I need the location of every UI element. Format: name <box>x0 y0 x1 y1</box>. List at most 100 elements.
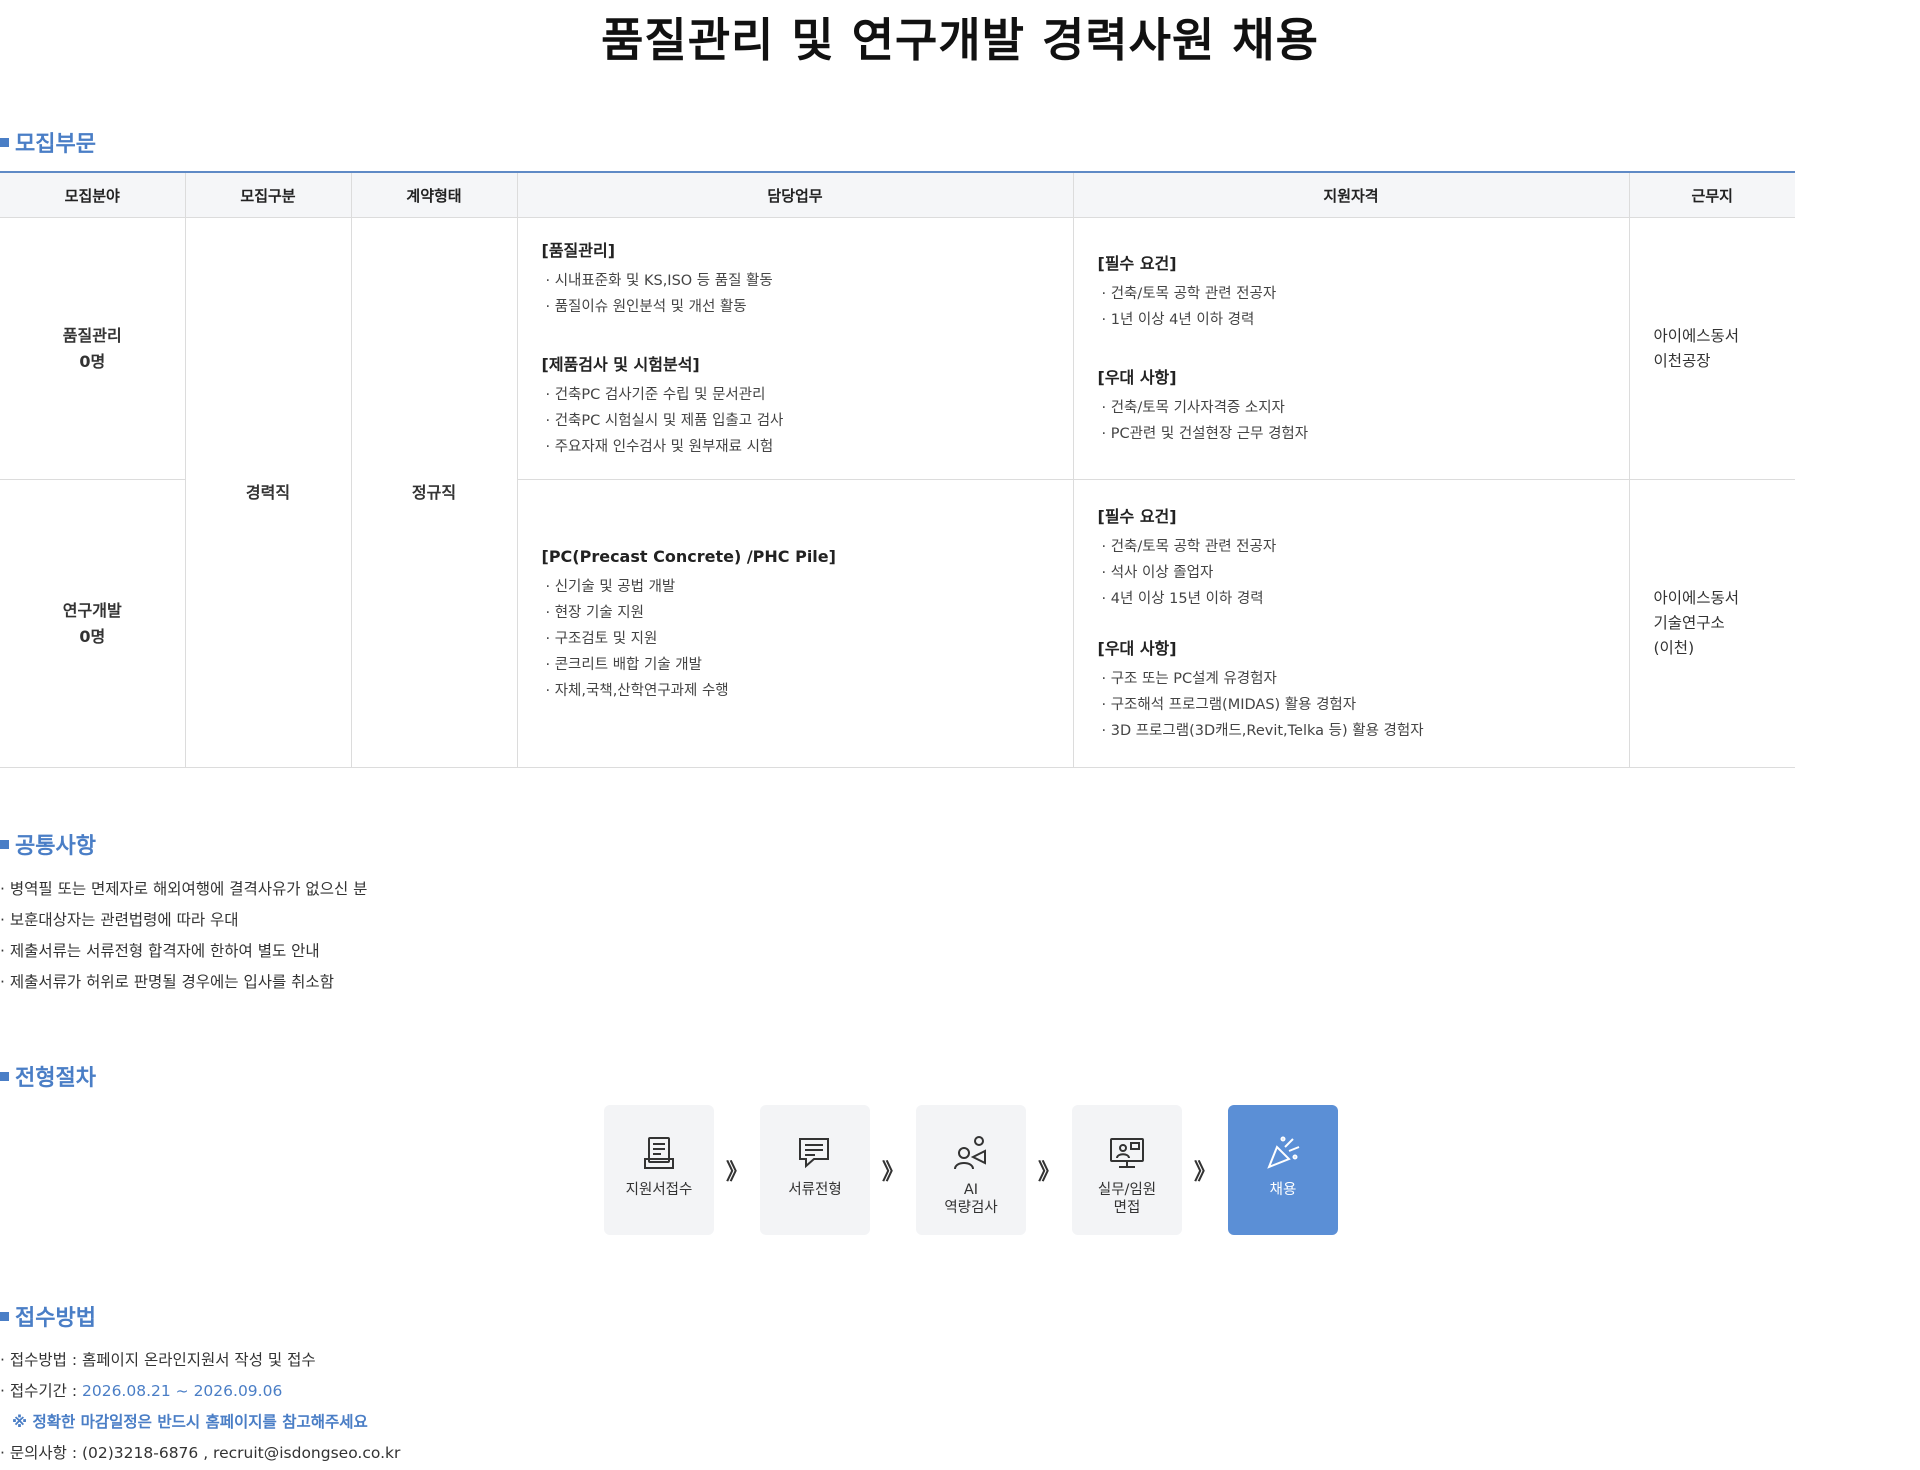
list-item: 품질이슈 원인분석 및 개선 활동 <box>542 294 1049 320</box>
process-step: 지원서접수 <box>604 1105 714 1235</box>
field-name: 연구개발 <box>62 600 122 620</box>
process-step-final: 채용 <box>1228 1105 1338 1235</box>
list-item: 콘크리트 배합 기술 개발 <box>542 652 1049 678</box>
header-category: 모집구분 <box>184 172 352 218</box>
square-bullet-icon <box>0 839 9 849</box>
process-step: 실무/임원 면접 <box>1072 1105 1182 1235</box>
application-form-icon <box>644 1137 674 1169</box>
process-step: AI 역량검사 <box>916 1105 1026 1235</box>
recruit-table: 모집분야 모집구분 계약형태 담당업무 지원자격 근무지 품질관리 0명 경력직… <box>0 171 1795 768</box>
list-item: 건축/토목 공학 관련 전공자 <box>1098 281 1605 307</box>
list-item: 구조 또는 PC설계 유경험자 <box>1098 666 1605 692</box>
apply-period: 접수기간 : 2026.08.21 ~ 2026.09.06 <box>0 1376 400 1407</box>
location-line: 기술연구소 <box>1653 614 1725 632</box>
field-cell: 연구개발 0명 <box>0 479 186 768</box>
process-step: 서류전형 <box>760 1105 870 1235</box>
process-steps: 지원서접수 》 서류전형 》 AI 역량검사 》 실무/임원 면접 》 채용 <box>604 1105 1338 1235</box>
duties-cell: [품질관리] 시내표준화 및 KS,ISO 등 품질 활동 품질이슈 원인분석 … <box>516 217 1074 480</box>
section-heading-common: 공통사항 <box>0 828 96 860</box>
list-item: 건축/토목 기사자격증 소지자 <box>1098 395 1605 421</box>
list-item: PC관련 및 건설현장 근무 경험자 <box>1098 421 1605 447</box>
list-item: 병역필 또는 면제자로 해외여행에 결격사유가 없으신 분 <box>0 874 368 905</box>
step-label: AI 역량검사 <box>944 1182 998 1216</box>
header-qualifications: 지원자격 <box>1072 172 1630 218</box>
square-bullet-icon <box>0 1071 9 1081</box>
qualifications-cell: [필수 요건] 건축/토목 공학 관련 전공자 석사 이상 졸업자 4년 이상 … <box>1072 479 1630 768</box>
section-title: 접수방법 <box>15 1306 96 1331</box>
qualification-block: [우대 사항] 건축/토목 기사자격증 소지자 PC관련 및 건설현장 근무 경… <box>1098 365 1605 447</box>
duty-list: 시내표준화 및 KS,ISO 등 품질 활동 품질이슈 원인분석 및 개선 활동 <box>542 268 1049 320</box>
qualification-title: [필수 요건] <box>1097 506 1177 526</box>
list-item: 보훈대상자는 관련법령에 따라 우대 <box>0 905 367 936</box>
qualification-list: 건축/토목 공학 관련 전공자 1년 이상 4년 이하 경력 <box>1098 281 1605 333</box>
list-item: 현장 기술 지원 <box>542 600 1049 626</box>
chevron-right-icon: 》 <box>725 1160 748 1185</box>
list-item: 4년 이상 15년 이하 경력 <box>1098 586 1605 612</box>
qualification-list: 건축/토목 공학 관련 전공자 석사 이상 졸업자 4년 이상 15년 이하 경… <box>1098 534 1605 612</box>
celebration-icon <box>1267 1136 1300 1169</box>
duty-block: [PC(Precast Concrete) /PHC Pile] 신기술 및 공… <box>542 544 1049 704</box>
qualification-title: [우대 사항] <box>1097 638 1177 658</box>
duty-title: [제품검사 및 시험분석] <box>541 354 700 374</box>
location-line: 아이에스동서 <box>1653 326 1740 345</box>
ai-assessment-icon <box>954 1136 986 1170</box>
section-heading-apply: 접수방법 <box>0 1300 96 1332</box>
list-item: 구조해석 프로그램(MIDAS) 활용 경험자 <box>1098 692 1605 718</box>
qualification-list: 구조 또는 PC설계 유경험자 구조해석 프로그램(MIDAS) 활용 경험자 … <box>1098 666 1605 744</box>
qualification-block: [필수 요건] 건축/토목 공학 관련 전공자 1년 이상 4년 이하 경력 <box>1098 251 1605 333</box>
category-cell: 경력직 <box>184 217 352 768</box>
apply-period-label: 접수기간 : <box>9 1382 82 1400</box>
document-review-icon <box>799 1138 829 1169</box>
duty-title: [품질관리] <box>541 240 616 260</box>
location-line: (이천) <box>1653 639 1695 657</box>
field-count: 0명 <box>79 351 106 371</box>
list-item: 건축PC 검사기준 수립 및 문서관리 <box>542 382 1049 408</box>
field-count: 0명 <box>79 626 106 646</box>
location-cell: 아이에스동서 기술연구소 (이천) <box>1628 479 1795 768</box>
deadline-notice: ※ 정확한 마감일정은 반드시 홈페이지를 참고해주세요 <box>12 1413 368 1431</box>
duty-list: 건축PC 검사기준 수립 및 문서관리 건축PC 시험실시 및 제품 입출고 검… <box>542 382 1049 460</box>
table-header-row: 모집분야 모집구분 계약형태 담당업무 지원자격 근무지 <box>0 172 1795 218</box>
square-bullet-icon <box>0 137 9 147</box>
apply-period-value: 2026.08.21 ~ 2026.09.06 <box>81 1382 283 1400</box>
qualification-title: [필수 요건] <box>1097 253 1177 273</box>
apply-method: 접수방법 : 홈페이지 온라인지원서 작성 및 접수 <box>0 1345 400 1376</box>
list-item: 주요자재 인수검사 및 원부재료 시험 <box>542 434 1049 460</box>
interview-monitor-icon <box>1110 1138 1144 1168</box>
table-row: 품질관리 0명 경력직 정규직 [품질관리] 시내표준화 및 KS,ISO 등 … <box>0 217 1795 768</box>
chevron-right-icon: 》 <box>1193 1160 1216 1185</box>
step-label: 채용 <box>1269 1182 1297 1198</box>
contact-info: 문의사항 : (02)3218-6876 , recruit@isdongseo… <box>0 1438 401 1469</box>
list-item: 3D 프로그램(3D캐드,Revit,Telka 등) 활용 경험자 <box>1098 718 1605 744</box>
list-item: 1년 이상 4년 이하 경력 <box>1098 307 1605 333</box>
qualification-block: [필수 요건] 건축/토목 공학 관련 전공자 석사 이상 졸업자 4년 이상 … <box>1098 504 1605 612</box>
qualification-block: [우대 사항] 구조 또는 PC설계 유경험자 구조해석 프로그램(MIDAS)… <box>1098 636 1605 744</box>
contract-cell: 정규직 <box>350 217 518 768</box>
section-heading-process: 전형절차 <box>0 1060 96 1092</box>
qualification-list: 건축/토목 기사자격증 소지자 PC관련 및 건설현장 근무 경험자 <box>1098 395 1605 447</box>
duty-block: [품질관리] 시내표준화 및 KS,ISO 등 품질 활동 품질이슈 원인분석 … <box>542 238 1049 320</box>
duty-list: 신기술 및 공법 개발 현장 기술 지원 구조검토 및 지원 콘크리트 배합 기… <box>542 574 1049 704</box>
square-bullet-icon <box>0 1311 9 1321</box>
header-field: 모집분야 <box>0 172 186 218</box>
duties-cell: [PC(Precast Concrete) /PHC Pile] 신기술 및 공… <box>516 479 1074 768</box>
step-label: 서류전형 <box>788 1182 842 1198</box>
duty-title: [PC(Precast Concrete) /PHC Pile] <box>541 546 836 566</box>
list-item: 건축/토목 공학 관련 전공자 <box>1098 534 1605 560</box>
header-duties: 담당업무 <box>516 172 1074 218</box>
header-location: 근무지 <box>1628 172 1795 218</box>
location-line: 아이에스동서 <box>1653 589 1740 607</box>
qualification-title: [우대 사항] <box>1097 367 1177 387</box>
list-item: 시내표준화 및 KS,ISO 등 품질 활동 <box>542 268 1049 294</box>
list-item: 자체,국책,산학연구과제 수행 <box>542 678 1049 704</box>
common-notes-list: 병역필 또는 면제자로 해외여행에 결격사유가 없으신 분 보훈대상자는 관련법… <box>0 874 368 998</box>
list-item: 건축PC 시험실시 및 제품 입출고 검사 <box>542 408 1049 434</box>
section-title: 공통사항 <box>15 834 96 859</box>
list-item: 제출서류는 서류전형 합격자에 한하여 별도 안내 <box>0 936 367 967</box>
section-title: 전형절차 <box>15 1066 96 1091</box>
list-item: 석사 이상 졸업자 <box>1098 560 1605 586</box>
step-label: 실무/임원 면접 <box>1097 1182 1157 1216</box>
location-line: 이천공장 <box>1653 351 1711 370</box>
field-cell: 품질관리 0명 <box>0 217 186 480</box>
qualifications-cell: [필수 요건] 건축/토목 공학 관련 전공자 1년 이상 4년 이하 경력 [… <box>1072 217 1630 480</box>
